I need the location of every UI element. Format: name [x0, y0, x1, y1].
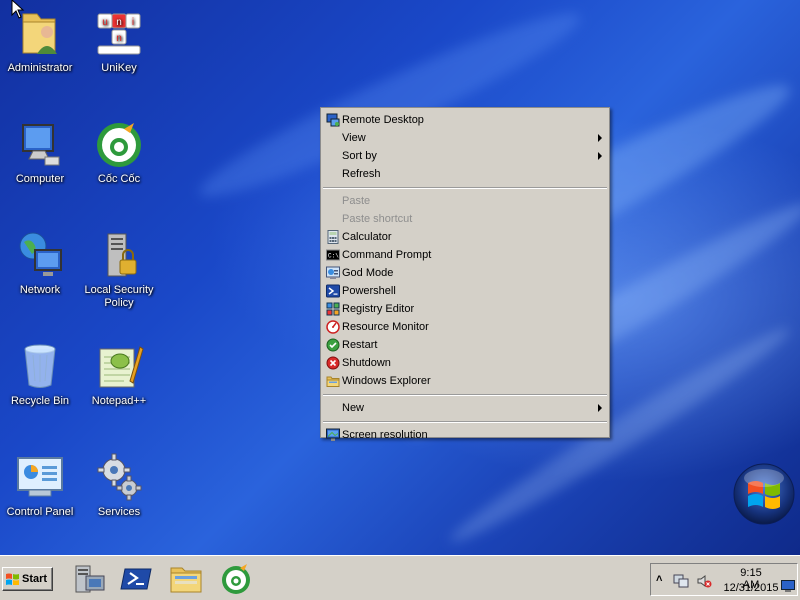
submenu-arrow-icon: [598, 152, 602, 160]
svg-text:i: i: [132, 17, 134, 28]
desktop-icon-unikey[interactable]: u n i n UniKey: [79, 8, 159, 75]
screen-resolution-icon: [326, 428, 340, 441]
network-icon: [19, 232, 62, 276]
menu-item-view[interactable]: View: [321, 129, 609, 147]
submenu-arrow-icon: [598, 404, 602, 412]
command-prompt-icon: C:\: [326, 249, 340, 261]
services-gear-icon: [97, 453, 142, 501]
menu-item-sort-by[interactable]: Sort by: [321, 147, 609, 165]
menu-item-god-mode[interactable]: God Mode: [321, 264, 609, 282]
taskbar-powershell[interactable]: [119, 562, 155, 596]
mouse-cursor-icon: [11, 0, 25, 19]
menu-separator: [321, 417, 609, 426]
menu-item-registry-editor[interactable]: Registry Editor: [321, 300, 609, 318]
menu-item-calculator[interactable]: Calculator: [321, 228, 609, 246]
desktop-icon-recycle-bin[interactable]: Recycle Bin: [0, 341, 80, 408]
svg-text:n: n: [116, 17, 122, 28]
taskbar-windows-explorer[interactable]: [168, 562, 204, 596]
powershell-icon: [326, 284, 340, 298]
menu-item-screen-resolution[interactable]: Screen resolution: [321, 426, 609, 444]
taskbar-server-manager[interactable]: [70, 562, 106, 596]
windows-explorer-icon: [326, 376, 340, 387]
security-policy-icon: [107, 233, 137, 277]
desktop-icon-network[interactable]: Network: [0, 230, 80, 297]
server-manager-icon: [75, 565, 105, 593]
coc-coc-icon: [97, 123, 141, 167]
notepad-plus-plus-icon: [99, 346, 144, 388]
shutdown-icon: [326, 356, 340, 370]
svg-text:C:\: C:\: [328, 253, 339, 260]
desktop-icon-control-panel[interactable]: Control Panel: [0, 452, 80, 519]
svg-text:n: n: [116, 33, 122, 44]
network-status-icon[interactable]: [673, 573, 689, 589]
desktop-icon-services[interactable]: Services: [79, 452, 159, 519]
desktop-icon-notepad-plus-plus[interactable]: Notepad++: [79, 341, 159, 408]
powershell-icon: [120, 568, 152, 590]
menu-item-command-prompt[interactable]: C:\ Command Prompt: [321, 246, 609, 264]
windows-flag-icon: [6, 573, 19, 585]
control-panel-icon: [17, 457, 63, 497]
desktop-context-menu: Remote Desktop View Sort by Refresh Past…: [320, 107, 610, 441]
taskbar-coc-coc[interactable]: [218, 562, 254, 596]
menu-item-resource-monitor[interactable]: Resource Monitor: [321, 318, 609, 336]
volume-muted-icon[interactable]: [696, 573, 712, 589]
desktop-icon-coc-coc[interactable]: Cốc Cốc: [79, 119, 159, 186]
registry-editor-icon: [326, 302, 340, 316]
menu-item-restart[interactable]: Restart: [321, 336, 609, 354]
windows-logo-icon: [733, 463, 795, 525]
desktop-icon-computer[interactable]: Computer: [0, 119, 80, 186]
menu-item-powershell[interactable]: Powershell: [321, 282, 609, 300]
menu-item-new[interactable]: New: [321, 399, 609, 417]
menu-item-paste-shortcut: Paste shortcut: [342, 213, 413, 225]
show-desktop-icon[interactable]: [781, 580, 795, 592]
god-mode-icon: [326, 266, 340, 279]
menu-item-shutdown[interactable]: Shutdown: [321, 354, 609, 372]
remote-desktop-icon: [326, 113, 340, 127]
menu-separator: [321, 390, 609, 399]
calculator-icon: [327, 230, 339, 244]
resource-monitor-icon: [326, 320, 340, 334]
menu-item-paste: Paste: [342, 195, 371, 207]
recycle-bin-icon: [24, 344, 56, 388]
show-hidden-icons-button[interactable]: ˄: [656, 573, 662, 585]
desktop[interactable]: Administrator u n i n UniKey Computer Cố…: [0, 0, 800, 555]
submenu-arrow-icon: [598, 134, 602, 142]
clock-date[interactable]: 12/31/2015: [721, 582, 781, 594]
restart-icon: [326, 338, 340, 352]
computer-icon: [22, 124, 60, 166]
start-button[interactable]: Start: [2, 567, 53, 591]
folder-icon: [170, 567, 202, 593]
system-tray: ˄ 9:15 AM 12/31/2015: [650, 563, 798, 596]
taskbar: Start ˄ 9:15 AM 12/31/2015: [0, 555, 800, 600]
unikey-icon: u n i n: [97, 13, 141, 55]
desktop-icon-local-security-policy[interactable]: Local Security Policy: [79, 230, 159, 310]
coc-coc-icon: [222, 564, 250, 594]
menu-item-remote-desktop[interactable]: Remote Desktop: [321, 111, 609, 129]
menu-item-windows-explorer[interactable]: Windows Explorer: [321, 372, 609, 390]
svg-text:u: u: [102, 17, 108, 28]
menu-separator: [321, 183, 609, 192]
menu-item-refresh[interactable]: Refresh: [321, 165, 609, 183]
